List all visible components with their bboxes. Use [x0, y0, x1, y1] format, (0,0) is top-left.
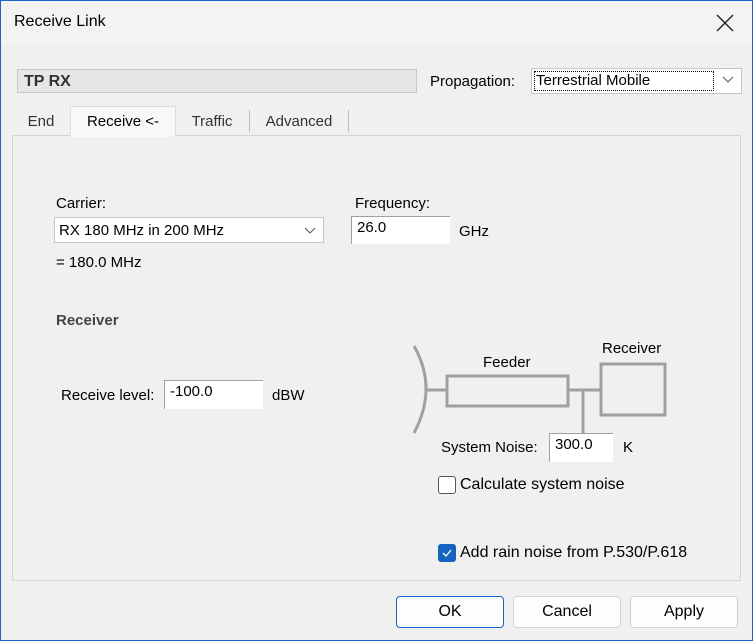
- tab-label: Receive <-: [86, 113, 160, 130]
- calculate-system-noise-checkbox[interactable]: Calculate system noise: [438, 476, 625, 494]
- checkmark-icon: [442, 549, 452, 557]
- apply-button[interactable]: Apply: [630, 596, 738, 628]
- receiver-section-title: Receiver: [56, 312, 119, 329]
- close-button[interactable]: [708, 7, 742, 39]
- receive-level-input[interactable]: -100.0: [164, 380, 263, 409]
- checkbox-box[interactable]: [438, 544, 456, 562]
- chevron-down-icon: [304, 227, 316, 234]
- system-noise-input[interactable]: 300.0: [549, 433, 613, 462]
- frequency-label: Frequency:: [355, 195, 431, 212]
- carrier-label: Carrier:: [56, 195, 107, 212]
- add-rain-noise-checkbox[interactable]: Add rain noise from P.530/P.618: [438, 544, 687, 562]
- cancel-button[interactable]: Cancel: [513, 596, 621, 628]
- tab-traffic[interactable]: Traffic: [175, 107, 249, 135]
- frequency-value: 26.0: [357, 219, 387, 236]
- feeder-label: Feeder: [483, 354, 531, 371]
- receive-level-unit: dBW: [272, 387, 305, 404]
- tab-end[interactable]: End: [13, 107, 69, 135]
- receiver-box: [599, 362, 667, 417]
- receiver-diagram-label: Receiver: [602, 340, 662, 357]
- tab-label: Traffic: [191, 113, 233, 130]
- title-bar: Receive Link: [1, 1, 752, 45]
- checkbox-box[interactable]: [438, 476, 456, 494]
- checkbox-label: Calculate system noise: [460, 476, 625, 493]
- tab-separator: [348, 110, 349, 132]
- close-icon: [716, 14, 734, 32]
- checkbox-label: Add rain noise from P.530/P.618: [460, 544, 688, 561]
- carrier-value: RX 180 MHz in 200 MHz: [59, 222, 225, 239]
- system-noise-label: System Noise:: [441, 439, 538, 456]
- system-noise-unit: K: [623, 439, 634, 456]
- antenna-dish-icon: [412, 345, 428, 434]
- tab-label: End: [27, 113, 55, 130]
- receive-level-value: -100.0: [170, 383, 213, 400]
- tab-receive[interactable]: Receive <-: [70, 106, 176, 137]
- carrier-select[interactable]: RX 180 MHz in 200 MHz: [54, 217, 324, 243]
- carrier-frequency-readout: = 180.0 MHz: [56, 254, 142, 271]
- propagation-label: Propagation:: [430, 73, 516, 90]
- system-noise-value: 300.0: [555, 436, 593, 453]
- propagation-select[interactable]: Terrestrial Mobile: [531, 68, 742, 94]
- chevron-down-icon: [722, 76, 734, 83]
- ok-button[interactable]: OK: [396, 596, 504, 628]
- tab-label: Advanced: [265, 113, 333, 130]
- receive-level-label: Receive level:: [61, 387, 155, 404]
- tab-advanced[interactable]: Advanced: [250, 107, 348, 135]
- propagation-value: Terrestrial Mobile: [536, 72, 651, 89]
- window-title: Receive Link: [14, 13, 106, 30]
- frequency-unit: GHz: [459, 223, 489, 240]
- feeder-box: [445, 374, 570, 408]
- link-name-field: TP RX: [17, 69, 417, 93]
- receive-link-dialog: Receive Link TP RX Propagation: Terrestr…: [0, 0, 753, 641]
- frequency-input[interactable]: 26.0: [351, 216, 450, 244]
